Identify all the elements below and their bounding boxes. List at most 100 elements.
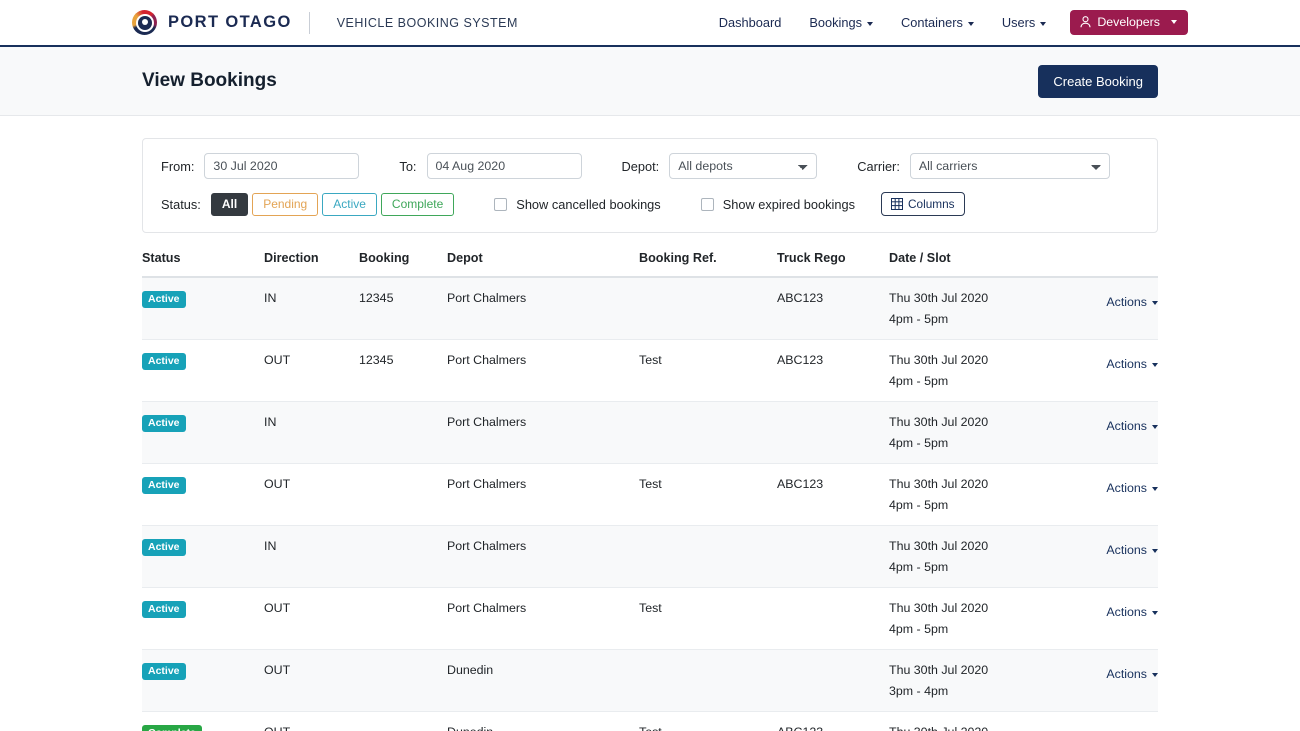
cell-depot: Port Chalmers: [447, 339, 639, 402]
columns-button[interactable]: Columns: [881, 192, 965, 216]
status-badge: Active: [142, 663, 186, 680]
cell-direction: OUT: [264, 711, 359, 731]
cell-booking-ref: Test: [639, 711, 777, 731]
carrier-label: Carrier:: [857, 158, 900, 174]
row-actions-dropdown[interactable]: Actions: [1106, 539, 1158, 557]
status-filter-active[interactable]: Active: [322, 192, 377, 216]
nav-item-users[interactable]: Users: [988, 9, 1060, 36]
cell-depot: Port Chalmers: [447, 401, 639, 464]
cell-truck-rego: [777, 401, 889, 464]
create-booking-button[interactable]: Create Booking: [1038, 64, 1158, 98]
row-actions-dropdown[interactable]: Actions: [1106, 353, 1158, 371]
table-row[interactable]: Active IN Port Chalmers Thu 30th Jul 2020 4p…: [142, 525, 1158, 588]
status-filter-complete[interactable]: Complete: [380, 192, 455, 216]
status-badge: Active: [142, 291, 186, 308]
cell-date: Thu 30th Jul 2020: [889, 539, 989, 553]
cell-truck-rego: [777, 587, 889, 650]
cell-depot: Dunedin: [447, 649, 639, 712]
cell-direction: IN: [264, 401, 359, 464]
nav-links: Dashboard Bookings Containers Users Deve…: [705, 9, 1188, 36]
nav-item-dashboard-label: Dashboard: [718, 15, 782, 30]
cell-status: Active: [142, 277, 264, 340]
table-header-row: Status Direction Booking Depot Booking R…: [142, 251, 1158, 278]
table-row[interactable]: Active OUT 12345 Port Chalmers Test ABC123 Thu…: [142, 339, 1158, 402]
cell-status: Active: [142, 525, 264, 588]
show-expired-checkbox[interactable]: Show expired bookings: [700, 196, 856, 212]
table-row[interactable]: Complete OUT DunedinTestABC123Thu 30th Jul…: [142, 711, 1158, 731]
person-icon: [1080, 16, 1091, 28]
table-row[interactable]: Active OUT Dunedin Thu 30th Jul 2020 3pm - 4…: [142, 649, 1158, 712]
from-date-input[interactable]: [204, 153, 360, 179]
cell-status: Active: [142, 463, 264, 526]
show-cancelled-checkbox[interactable]: Show cancelled bookings: [494, 197, 661, 212]
cell-truck-rego: ABC123: [777, 711, 889, 731]
cell-actions: Actions: [1089, 463, 1158, 526]
cell-booking: 12345: [359, 339, 447, 402]
column-header-truck-rego: Truck Rego: [777, 251, 889, 278]
brand[interactable]: PORT OTAGO VEHICLE BOOKING SYSTEM: [132, 10, 518, 35]
depot-select[interactable]: All depots: [669, 153, 818, 179]
cell-slot: 4pm - 5pm: [889, 498, 949, 512]
cell-direction: IN: [264, 525, 359, 588]
status-filter-all[interactable]: All: [210, 192, 249, 216]
cell-depot: Port Chalmers: [447, 463, 639, 526]
nav-item-containers[interactable]: Containers: [887, 9, 988, 36]
table-body: Active IN 12345 Port Chalmers ABC123 Thu 30th…: [142, 277, 1158, 731]
cell-actions: Actions: [1089, 525, 1158, 588]
status-label: Status:: [161, 196, 201, 212]
table-row[interactable]: Active OUT Port Chalmers Test ABC123 Thu 30th…: [142, 463, 1158, 526]
cell-actions: Actions: [1089, 649, 1158, 712]
checkbox-box[interactable]: [494, 197, 508, 211]
cell-truck-rego: ABC123: [777, 463, 889, 526]
cell-truck-rego: [777, 525, 889, 588]
filter-panel: From: To: Depot: All depots Carrier: All…: [142, 138, 1158, 233]
cell-depot: Port Chalmers: [447, 525, 639, 588]
cell-slot: 4pm - 5pm: [889, 312, 949, 326]
user-menu-button[interactable]: Developers: [1070, 10, 1188, 35]
chevron-down-icon: [1152, 610, 1158, 615]
cell-depot: Port Chalmers: [447, 277, 639, 340]
row-actions-dropdown[interactable]: Actions: [1106, 663, 1158, 681]
row-actions-dropdown[interactable]: Actions: [1106, 291, 1158, 309]
status-filter-pending[interactable]: Pending: [252, 192, 319, 216]
columns-button-label: Columns: [908, 197, 955, 211]
top-navbar: PORT OTAGO VEHICLE BOOKING SYSTEM Dashbo…: [0, 0, 1300, 47]
show-expired-label: Show expired bookings: [722, 196, 856, 212]
table-head: Status Direction Booking Depot Booking R…: [142, 251, 1158, 278]
chevron-down-icon: [1152, 424, 1158, 429]
cell-booking: [359, 711, 447, 731]
cell-date: Thu 30th Jul 2020: [889, 415, 989, 429]
cell-booking-ref: Test: [639, 463, 777, 526]
cell-truck-rego: [777, 649, 889, 712]
carrier-select[interactable]: All carriers: [909, 153, 1110, 179]
nav-item-bookings[interactable]: Bookings: [795, 9, 887, 36]
cell-date-slot: Thu 30th Jul 2020 4pm - 5pm: [889, 401, 1089, 464]
nav-item-dashboard[interactable]: Dashboard: [705, 9, 796, 36]
table-row[interactable]: Active OUT Port Chalmers Test Thu 30th Jul 2…: [142, 587, 1158, 650]
cell-date: Thu 30th Jul 2020: [889, 291, 989, 305]
table-row[interactable]: Active IN Port Chalmers Thu 30th Jul 2020 4p…: [142, 401, 1158, 464]
to-date-input[interactable]: [426, 153, 582, 179]
checkbox-box[interactable]: [700, 197, 714, 211]
brand-name: PORT OTAGO: [168, 13, 292, 31]
port-otago-circle-logo-icon: [132, 10, 157, 35]
cell-direction: OUT: [264, 649, 359, 712]
cell-status: Active: [142, 401, 264, 464]
cell-slot: 4pm - 5pm: [889, 622, 949, 636]
table-grid-icon: [891, 198, 904, 210]
cell-date-slot: Thu 30th Jul 2020 3pm - 4pm: [889, 649, 1089, 712]
row-actions-dropdown[interactable]: Actions: [1106, 477, 1158, 495]
column-header-direction: Direction: [264, 251, 359, 278]
bookings-table: Status Direction Booking Depot Booking R…: [142, 251, 1158, 731]
row-actions-dropdown[interactable]: Actions: [1106, 601, 1158, 619]
cell-actions: Actions: [1089, 339, 1158, 402]
status-badge: Active: [142, 601, 186, 618]
cell-status: Active: [142, 339, 264, 402]
row-actions-dropdown[interactable]: Actions: [1106, 415, 1158, 433]
table-row[interactable]: Active IN 12345 Port Chalmers ABC123 Thu 30th…: [142, 277, 1158, 340]
cell-date-slot: Thu 30th Jul 2020 4pm - 5pm: [889, 339, 1089, 402]
cell-slot: 4pm - 5pm: [889, 374, 949, 388]
cell-booking-ref: Test: [639, 587, 777, 650]
cell-slot: 3pm - 4pm: [889, 684, 949, 698]
to-label: To:: [399, 158, 417, 174]
